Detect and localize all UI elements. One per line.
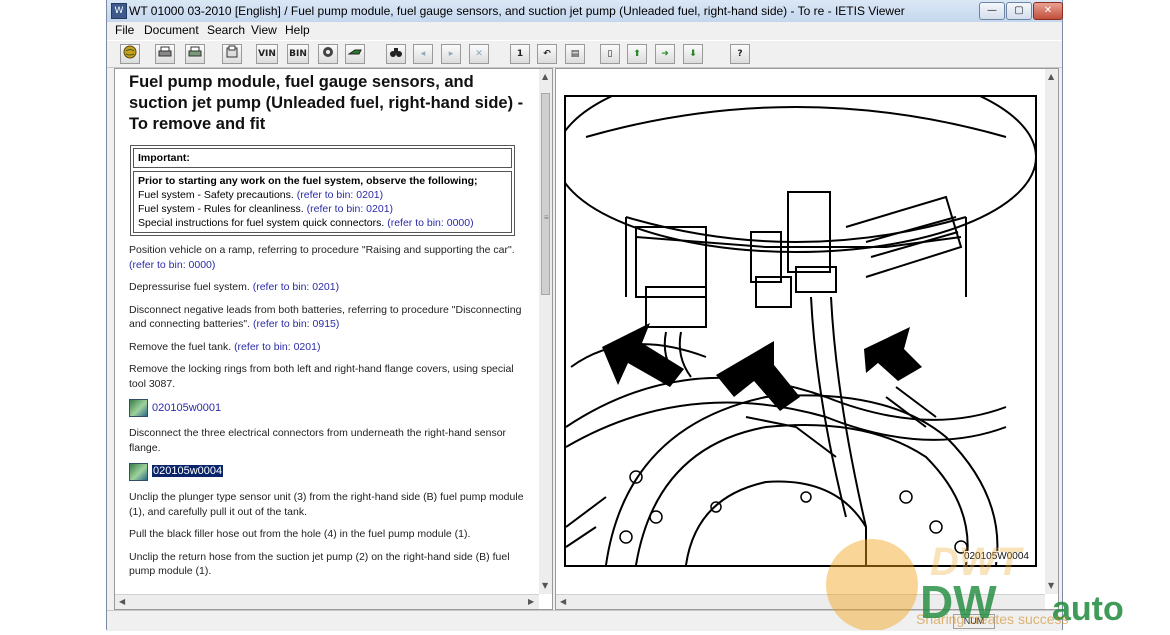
- important-body: Prior to starting any work on the fuel s…: [133, 171, 512, 233]
- page-first-icon[interactable]: 1: [510, 44, 530, 64]
- technical-illustration: 020105W0004: [564, 95, 1037, 567]
- scroll-up-arrow-icon[interactable]: ▲: [542, 72, 548, 81]
- page-copy-icon[interactable]: ▤: [565, 44, 585, 64]
- image-thumbnail-icon[interactable]: [129, 463, 148, 481]
- nav-next-icon[interactable]: ➜: [655, 44, 675, 64]
- important-heading: Important:: [133, 148, 512, 168]
- settings-gear-icon[interactable]: [318, 44, 338, 64]
- important-item: Special instructions for fuel system qui…: [138, 216, 507, 230]
- window-title: WT 01000 03-2010 [English] / Fuel pump m…: [129, 4, 905, 18]
- page-title: Fuel pump module, fuel gauge sensors, an…: [129, 73, 524, 133]
- scroll-left-arrow-icon[interactable]: ◀: [560, 597, 566, 606]
- menu-help[interactable]: Help: [285, 23, 310, 37]
- important-item: Fuel system - Safety precautions. (refer…: [138, 188, 507, 202]
- horizontal-scrollbar[interactable]: ◀: [556, 594, 1045, 609]
- step-text: Remove the locking rings from both left …: [129, 363, 514, 390]
- arrow-right-connector-icon: [864, 327, 922, 381]
- important-lead: Prior to starting any work on the fuel s…: [138, 175, 478, 187]
- num-lock-indicator: NUM: [953, 614, 995, 629]
- nav-down-icon[interactable]: ⬇: [683, 44, 703, 64]
- step-paragraph: Remove the locking rings from both left …: [129, 362, 529, 391]
- step-text: Unclip the plunger type sensor unit (3) …: [129, 491, 524, 518]
- step-text: Pull the black filler hose out from the …: [129, 528, 471, 540]
- menu-document[interactable]: Document: [144, 23, 199, 37]
- bin-reference-link[interactable]: (refer to bin: 0000): [129, 259, 215, 271]
- important-item-text: Special instructions for fuel system qui…: [138, 217, 388, 229]
- horizontal-scrollbar[interactable]: ◀ ▶: [115, 594, 539, 609]
- close-button[interactable]: ✕: [1033, 2, 1063, 20]
- important-item-text: Fuel system - Safety precautions.: [138, 189, 297, 201]
- document-content: Fuel pump module, fuel gauge sensors, an…: [129, 72, 529, 587]
- bin-reference-link[interactable]: (refer to bin: 0201): [234, 341, 320, 353]
- scroll-right-arrow-icon[interactable]: ▶: [528, 597, 534, 606]
- nav-up-icon[interactable]: ⬆: [627, 44, 647, 64]
- image-link-row[interactable]: 020105w0001: [129, 399, 529, 418]
- figure-label: 020105W0004: [963, 551, 1029, 562]
- step-paragraph: Depressurise fuel system. (refer to bin:…: [129, 280, 529, 295]
- menu-view[interactable]: View: [251, 23, 277, 37]
- app-icon: W: [111, 3, 127, 19]
- bin-reference-link[interactable]: (refer to bin: 0201): [307, 203, 393, 215]
- vertical-scrollbar[interactable]: ▲ ≡ ▼: [539, 69, 552, 594]
- bin-reference-link[interactable]: (refer to bin: 0915): [253, 318, 339, 330]
- image-link-row[interactable]: 020105w0004: [129, 463, 529, 482]
- search-binoculars-icon[interactable]: [386, 44, 406, 64]
- find-clear-icon[interactable]: ✕: [469, 44, 489, 64]
- help-icon[interactable]: ?: [730, 44, 750, 64]
- document-pane[interactable]: Fuel pump module, fuel gauge sensors, an…: [114, 68, 553, 610]
- step-text: Remove the fuel tank.: [129, 340, 235, 353]
- step-text: Unclip the return hose from the suction …: [129, 550, 510, 578]
- vin-button[interactable]: VIN: [256, 44, 278, 64]
- bin-reference-link[interactable]: (refer to bin: 0000): [387, 217, 473, 229]
- step-text: Position vehicle on a ramp, referring to…: [129, 244, 515, 256]
- title-bar[interactable]: W WT 01000 03-2010 [English] / Fuel pump…: [107, 0, 1063, 23]
- important-item-text: Fuel system - Rules for cleanliness.: [138, 203, 307, 215]
- print-icon[interactable]: [155, 44, 175, 64]
- step-text: Depressurise fuel system.: [129, 281, 253, 293]
- properties-icon[interactable]: [222, 44, 242, 64]
- find-previous-icon[interactable]: ◂: [413, 44, 433, 64]
- step-paragraph: Position vehicle on a ramp, referring to…: [129, 243, 529, 272]
- step-paragraph: Pull the black filler hose out from the …: [129, 527, 529, 542]
- image-link[interactable]: 020105w0001: [152, 402, 221, 414]
- fuel-pump-drawing: [566, 97, 1035, 565]
- step-paragraph: Disconnect negative leads from both batt…: [129, 303, 529, 332]
- page-back-icon[interactable]: ↶: [537, 44, 557, 64]
- bin-reference-link[interactable]: (refer to bin: 0201): [253, 281, 339, 293]
- important-box: Important: Prior to starting any work on…: [130, 145, 515, 236]
- toolbar: VIN BIN ◂ ▸ ✕ 1 ↶ ▤ ▯ ⬆ ➜ ⬇ ?: [107, 40, 1062, 68]
- find-next-icon[interactable]: ▸: [441, 44, 461, 64]
- viewer-window: W WT 01000 03-2010 [English] / Fuel pump…: [106, 0, 1063, 631]
- status-bar: NUM: [107, 610, 1062, 631]
- minimize-button[interactable]: —: [979, 2, 1005, 20]
- scroll-up-arrow-icon[interactable]: ▲: [1048, 72, 1054, 81]
- step-paragraph: Unclip the return hose from the suction …: [129, 550, 529, 579]
- step-text: Disconnect the three electrical connecto…: [129, 427, 507, 454]
- illustration-pane[interactable]: 020105W0004 ▲ ▼ ◀: [555, 68, 1059, 610]
- important-item: Fuel system - Rules for cleanliness. (re…: [138, 202, 507, 216]
- page-blank-icon[interactable]: ▯: [600, 44, 620, 64]
- scroll-down-arrow-icon[interactable]: ▼: [1048, 581, 1054, 590]
- menu-bar: File Document Search View Help: [107, 22, 1062, 39]
- arrow-left-connector-icon: [602, 323, 684, 387]
- tool-icon[interactable]: [345, 44, 365, 64]
- scroll-left-arrow-icon[interactable]: ◀: [119, 597, 125, 606]
- bin-reference-link[interactable]: (refer to bin: 0201): [297, 189, 383, 201]
- bin-button[interactable]: BIN: [287, 44, 309, 64]
- menu-file[interactable]: File: [115, 23, 134, 37]
- scroll-down-arrow-icon[interactable]: ▼: [542, 581, 548, 590]
- arrow-middle-connector-icon: [716, 341, 800, 411]
- home-globe-icon[interactable]: [120, 44, 140, 64]
- menu-search[interactable]: Search: [207, 23, 245, 37]
- image-thumbnail-icon[interactable]: [129, 399, 148, 417]
- step-paragraph: Unclip the plunger type sensor unit (3) …: [129, 490, 529, 519]
- step-paragraph: Disconnect the three electrical connecto…: [129, 426, 529, 455]
- scroll-thumb[interactable]: ≡: [541, 93, 550, 295]
- step-paragraph: Remove the fuel tank. (refer to bin: 020…: [129, 340, 529, 355]
- image-link-selected[interactable]: 020105w0004: [152, 465, 224, 477]
- maximize-button[interactable]: ▢: [1006, 2, 1032, 20]
- vertical-scrollbar[interactable]: ▲ ▼: [1045, 69, 1058, 594]
- print-preview-icon[interactable]: [185, 44, 205, 64]
